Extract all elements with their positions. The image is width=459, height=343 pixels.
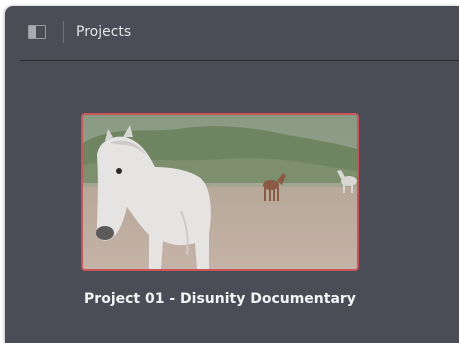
project-manager-window: Projects Project 01 - Disunity Documenta… (5, 6, 459, 343)
page-title: Projects (76, 24, 132, 40)
project-card[interactable]: Project 01 - Disunity Documentary (81, 113, 359, 315)
title-divider (63, 21, 64, 43)
project-name[interactable]: Project 01 - Disunity Documentary (61, 289, 379, 309)
project-thumbnail[interactable] (81, 113, 359, 271)
title-bar: Projects (5, 6, 459, 58)
horse-field-thumbnail (83, 115, 357, 269)
sidebar-pane-shape (29, 26, 36, 38)
sidebar-toggle-icon[interactable] (28, 25, 46, 39)
header-divider (20, 60, 459, 61)
